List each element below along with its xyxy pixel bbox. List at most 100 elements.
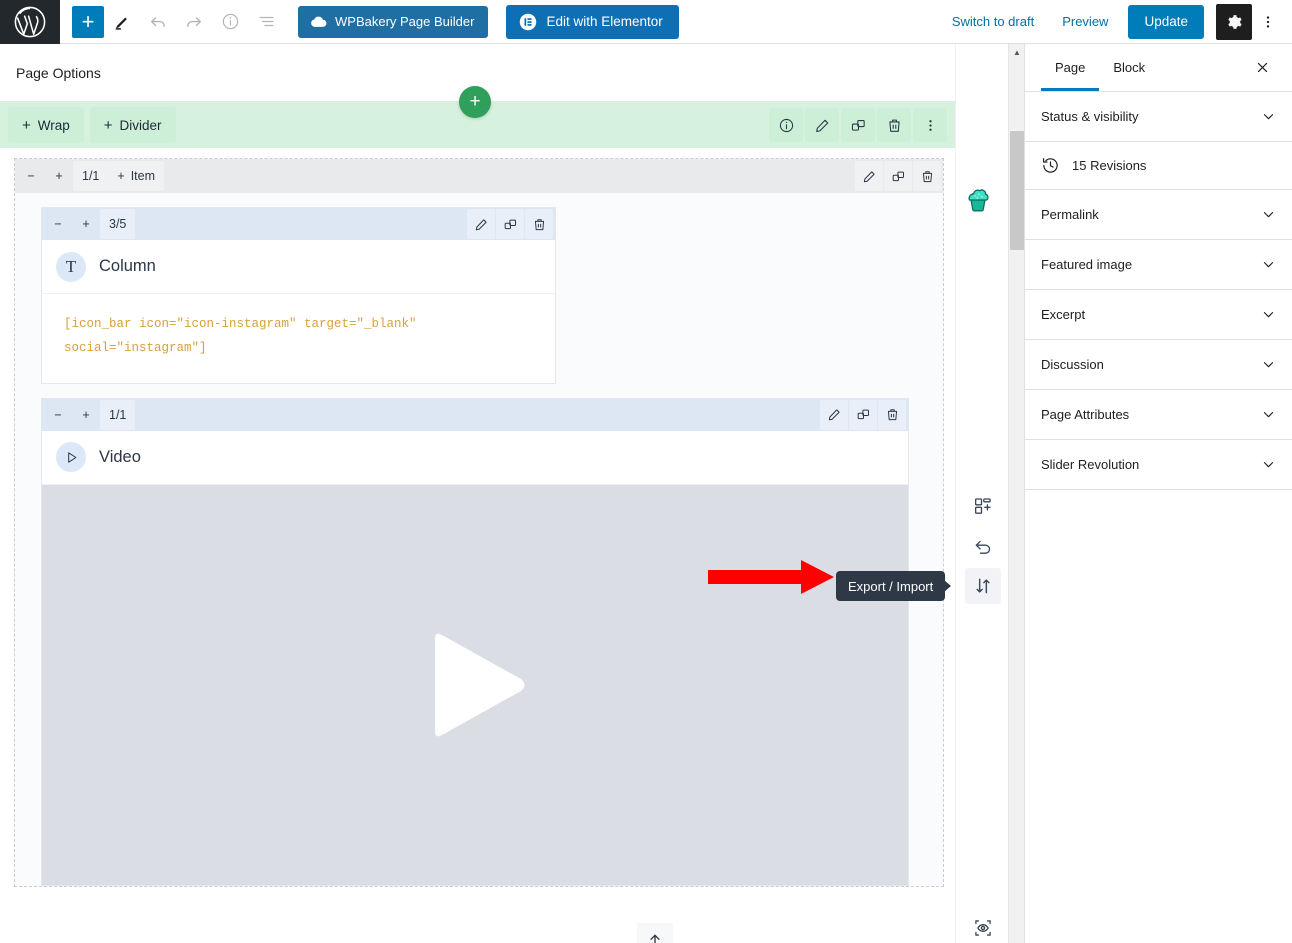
play-button-large[interactable]: [421, 629, 529, 741]
add-divider-button[interactable]: + Divider: [89, 107, 176, 143]
info-circle-icon[interactable]: [212, 4, 248, 40]
column-tool-group: [467, 209, 553, 239]
kebab-menu-icon[interactable]: [1252, 4, 1284, 40]
shortcode-content[interactable]: [icon_bar icon="icon-instagram" target="…: [42, 294, 555, 383]
row-size-label[interactable]: 1/1: [73, 161, 109, 191]
info-icon[interactable]: [769, 108, 803, 142]
panel-label: Page Attributes: [1041, 407, 1130, 422]
pencil-icon[interactable]: [805, 108, 839, 142]
tooltip-label: Export / Import: [848, 578, 934, 594]
video-controls: − + 1/1: [42, 398, 908, 431]
sidebar-panel-page-attributes[interactable]: Page Attributes: [1025, 390, 1292, 440]
row-increase-button[interactable]: +: [45, 161, 73, 191]
add-item-button[interactable]: + Item: [108, 161, 165, 191]
undo-icon[interactable]: [965, 528, 1001, 564]
add-block-button[interactable]: +: [72, 5, 104, 38]
scrollbar-up-arrow[interactable]: ▲: [1009, 44, 1025, 61]
canvas-scrollbar[interactable]: ▲: [1008, 44, 1024, 943]
trash-icon[interactable]: [878, 399, 906, 430]
switch-to-draft-button[interactable]: Switch to draft: [938, 14, 1048, 29]
add-wrap-button[interactable]: + Wrap: [8, 107, 84, 143]
edit-with-elementor-button[interactable]: Edit with Elementor: [506, 4, 679, 39]
kebab-menu-icon[interactable]: [913, 108, 947, 142]
redo-button[interactable]: [176, 4, 212, 40]
column-block-header[interactable]: T Column: [42, 240, 555, 294]
video-block-title: Video: [99, 447, 141, 466]
plus-icon: +: [22, 116, 31, 134]
duplicate-icon[interactable]: [841, 108, 875, 142]
video-tool-group: [820, 399, 906, 430]
chevron-down-icon: [1261, 207, 1276, 222]
column-increase-button[interactable]: +: [72, 209, 100, 239]
pencil-icon[interactable]: [820, 399, 848, 430]
add-element-icon[interactable]: [965, 488, 1001, 524]
chevron-down-icon: [1261, 257, 1276, 272]
trash-icon[interactable]: [913, 161, 941, 191]
play-triangle-icon: [56, 442, 86, 473]
panel-label: Slider Revolution: [1041, 457, 1140, 472]
scrollbar-thumb[interactable]: [1010, 131, 1024, 250]
section-toolbar-green: + + Wrap + Divider: [0, 86, 955, 148]
sidebar-panel-status-visibility[interactable]: Status & visibility: [1025, 92, 1292, 142]
row-decrease-button[interactable]: −: [17, 161, 45, 191]
tab-page[interactable]: Page: [1041, 44, 1099, 91]
wpbakery-page-builder-button[interactable]: WPBakery Page Builder: [298, 5, 489, 38]
elementor-label: Edit with Elementor: [546, 14, 663, 29]
preview-eye-icon[interactable]: [965, 910, 1001, 943]
chevron-down-icon: [1261, 457, 1276, 472]
chevron-down-icon: [1261, 109, 1276, 124]
close-icon[interactable]: [1248, 54, 1276, 82]
panel-label: Permalink: [1041, 207, 1099, 222]
chevron-down-icon: [1261, 357, 1276, 372]
column-controls: − + 3/5: [42, 208, 555, 240]
sidebar-panel-slider-revolution[interactable]: Slider Revolution: [1025, 440, 1292, 490]
video-increase-button[interactable]: +: [72, 400, 100, 430]
wordpress-logo-icon[interactable]: [0, 0, 60, 44]
export-import-icon[interactable]: [965, 568, 1001, 604]
column-size-label[interactable]: 3/5: [100, 209, 136, 239]
builder-column-3-5: − + 3/5 T Column [icon_bar icon="icon-in…: [41, 207, 556, 384]
list-view-icon[interactable]: [248, 4, 284, 40]
chevron-down-icon: [1261, 407, 1276, 422]
tab-block[interactable]: Block: [1099, 44, 1159, 91]
row-tool-group: [855, 161, 941, 191]
plus-icon: +: [103, 116, 113, 134]
wpbakery-label: WPBakery Page Builder: [335, 14, 475, 29]
video-block-header[interactable]: Video: [42, 431, 908, 485]
topbar-right-actions: Switch to draft Preview Update: [938, 3, 1292, 40]
trash-icon[interactable]: [525, 209, 553, 239]
sidebar-revisions-row[interactable]: 15 Revisions: [1025, 142, 1292, 190]
builder-row-outer: − + 1/1 + Item − + 3/5 T Column [icon_ba…: [14, 158, 944, 887]
undo-button[interactable]: [140, 4, 176, 40]
sidebar-panel-featured-image[interactable]: Featured image: [1025, 240, 1292, 290]
update-button[interactable]: Update: [1128, 4, 1204, 39]
duplicate-icon[interactable]: [884, 161, 912, 191]
sidebar-panel-permalink[interactable]: Permalink: [1025, 190, 1292, 240]
pencil-icon[interactable]: [855, 161, 883, 191]
preview-button[interactable]: Preview: [1048, 14, 1122, 29]
page-options-header: Page Options ▲: [0, 44, 1008, 102]
duplicate-icon[interactable]: [496, 209, 524, 239]
duplicate-icon[interactable]: [849, 399, 877, 430]
video-decrease-button[interactable]: −: [44, 400, 72, 430]
video-size-label[interactable]: 1/1: [100, 399, 136, 430]
sidebar-panel-excerpt[interactable]: Excerpt: [1025, 290, 1292, 340]
builder-vertical-toolbar: [955, 44, 1008, 943]
panel-label: Excerpt: [1041, 307, 1086, 322]
scroll-to-top-button[interactable]: [637, 923, 673, 943]
panel-label: Status & visibility: [1041, 109, 1139, 124]
edit-pencil-tool[interactable]: [104, 4, 140, 40]
settings-sidebar: Page Block Status & visibility 15 Revisi…: [1024, 44, 1292, 943]
text-block-glyph: T: [65, 256, 77, 276]
export-import-tooltip: Export / Import: [836, 571, 946, 601]
trash-icon[interactable]: [877, 108, 911, 142]
gear-icon[interactable]: [1216, 3, 1252, 40]
editor-canvas: Page Options ▲ + + Wrap + Divider: [0, 44, 1008, 943]
video-placeholder[interactable]: [42, 484, 908, 885]
pencil-icon[interactable]: [467, 209, 495, 239]
cupcake-icon[interactable]: [962, 182, 994, 214]
revisions-label: 15 Revisions: [1072, 158, 1147, 173]
column-decrease-button[interactable]: −: [44, 209, 72, 239]
sidebar-panel-discussion[interactable]: Discussion: [1025, 340, 1292, 390]
add-section-button[interactable]: +: [459, 86, 491, 118]
